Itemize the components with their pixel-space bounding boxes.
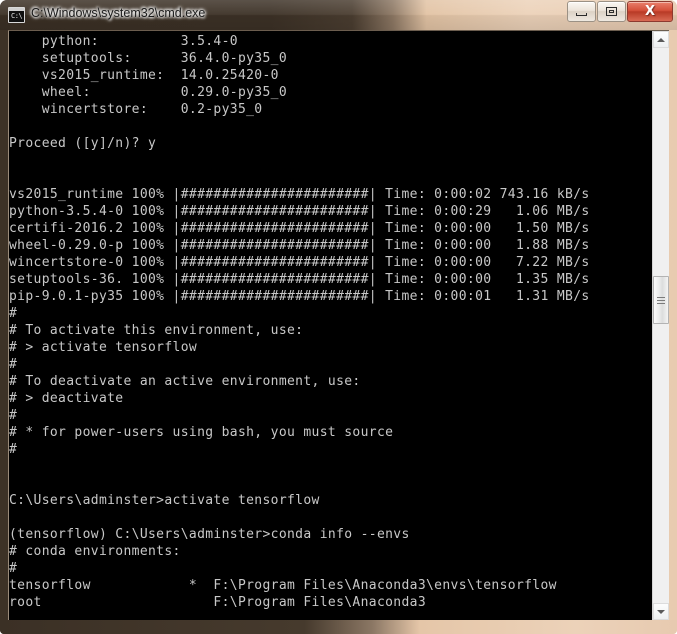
console-line: # (9, 442, 18, 457)
console-line: vs2015_runtime 100% |###################… (9, 187, 590, 202)
console-line: wheel-0.29.0-p 100% |###################… (9, 238, 590, 253)
scroll-up-arrow-icon (657, 37, 665, 42)
console-line: python-3.5.4-0 100% |###################… (9, 204, 590, 219)
console-line: # (9, 561, 18, 576)
console-text: python: 3.5.4-0 setuptools: 36.4.0-py35_… (9, 33, 590, 620)
scroll-thumb-grip-icon (657, 295, 665, 306)
window-titlebar[interactable]: C:\ C:\Windows\system32\cmd.exe X (0, 0, 677, 30)
console-line: C:\Users\adminster>activate tensorflow (9, 493, 320, 508)
scroll-up-button[interactable] (653, 31, 669, 48)
console-line: # To deactivate an active environment, u… (9, 374, 361, 389)
console-line: tensorflow * F:\Program Files\Anaconda3\… (9, 578, 557, 593)
console-line: Proceed ([y]/n)? y (9, 136, 157, 151)
console-line: # To activate this environment, use: (9, 323, 304, 338)
window-controls: X (566, 1, 673, 22)
minimize-button[interactable] (567, 1, 596, 22)
icon-titlebar-stripe (9, 8, 24, 11)
console-line: # (9, 357, 18, 372)
console-line: python: 3.5.4-0 (9, 34, 238, 49)
console-line: setuptools: 36.4.0-py35_0 (9, 51, 288, 66)
console-output[interactable]: python: 3.5.4-0 setuptools: 36.4.0-py35_… (9, 31, 653, 620)
console-line: vs2015_runtime: 14.0.25420-0 (9, 68, 279, 83)
scroll-thumb[interactable] (653, 276, 669, 324)
scroll-down-button[interactable] (653, 603, 669, 620)
console-line: pip-9.0.1-py35 100% |###################… (9, 289, 590, 304)
window-bottom-border (0, 620, 677, 634)
console-line: wincertstore: 0.2-py35_0 (9, 102, 263, 117)
console-line: root F:\Program Files\Anaconda3 (9, 595, 427, 610)
maximize-icon (598, 2, 625, 21)
console-line: # (9, 306, 18, 321)
console-line: # > deactivate (9, 391, 124, 406)
console-line: # > activate tensorflow (9, 340, 198, 355)
console-line: wincertstore-0 100% |###################… (9, 255, 590, 270)
minimize-icon (568, 2, 595, 21)
console-line: certifi-2016.2 100% |###################… (9, 221, 590, 236)
console-scrollbar[interactable] (652, 31, 669, 620)
icon-prompt-glyph: C:\ (11, 12, 23, 20)
console-line: # conda environments: (9, 544, 181, 559)
close-button[interactable]: X (627, 1, 673, 22)
cmd-console-icon: C:\ (8, 7, 25, 23)
console-line: setuptools-36. 100% |###################… (9, 272, 590, 287)
maximize-button[interactable] (597, 1, 626, 22)
console-client-area: python: 3.5.4-0 setuptools: 36.4.0-py35_… (8, 30, 669, 620)
console-line: wheel: 0.29.0-py35_0 (9, 85, 288, 100)
cmd-window: C:\ C:\Windows\system32\cmd.exe X python… (0, 0, 677, 634)
window-title: C:\Windows\system32\cmd.exe (31, 6, 206, 20)
close-icon: X (644, 4, 656, 19)
console-line: (tensorflow) C:\Users\adminster>conda in… (9, 527, 410, 542)
console-line: # * for power-users using bash, you must… (9, 425, 394, 440)
console-line: # (9, 408, 18, 423)
scroll-down-arrow-icon (657, 609, 665, 614)
